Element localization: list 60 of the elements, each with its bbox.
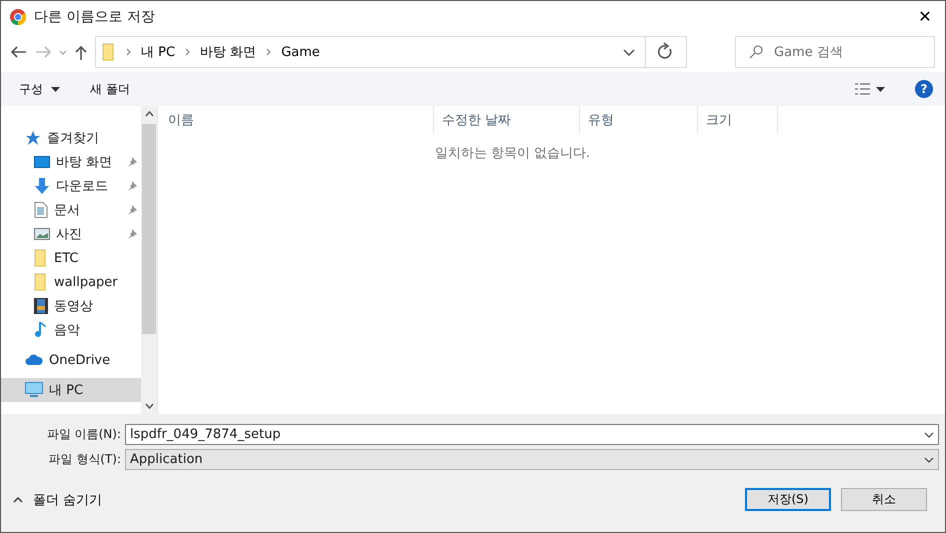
folder-icon xyxy=(34,249,48,267)
document-icon xyxy=(34,202,48,218)
sidebar-item[interactable]: 즐겨찾기 xyxy=(1,126,141,150)
field-label: 파일 이름(N): xyxy=(46,426,121,443)
new-folder-button[interactable]: 새 폴더 xyxy=(90,80,130,98)
music-note-icon xyxy=(34,321,48,339)
computer-icon xyxy=(25,382,43,398)
chevron-down-icon[interactable] xyxy=(924,432,934,438)
scroll-thumb[interactable] xyxy=(142,124,156,334)
chevron-up-icon xyxy=(13,496,23,502)
browser-logo-icon xyxy=(10,8,26,24)
file-name-field[interactable]: lspdfr_049_7874_setup xyxy=(125,424,939,445)
chevron-right-icon xyxy=(126,48,131,56)
breadcrumb-item[interactable]: Game xyxy=(281,44,320,60)
monitor-icon xyxy=(34,155,50,169)
sidebar-item[interactable]: OneDrive xyxy=(1,348,141,372)
address-bar[interactable]: 내 PC 바탕 화면 Game xyxy=(95,36,687,68)
back-arrow-icon[interactable] xyxy=(11,46,27,58)
caret-down-icon xyxy=(51,86,60,92)
search-field[interactable]: Game 검색 xyxy=(735,36,935,68)
window-title: 다른 이름으로 저장 xyxy=(34,8,156,26)
organize-menu[interactable]: 구성 xyxy=(19,80,60,98)
field-label: 파일 형식(T): xyxy=(47,451,121,468)
scrollbar[interactable] xyxy=(141,106,158,414)
sidebar-item[interactable]: 바탕 화면 xyxy=(1,150,141,174)
column-header[interactable]: 이름 xyxy=(160,106,434,134)
column-header[interactable]: 수정한 날짜 xyxy=(434,106,580,134)
close-button[interactable]: ✕ xyxy=(905,2,945,32)
down-arrow-icon xyxy=(34,178,50,194)
view-options-icon[interactable] xyxy=(855,83,885,95)
chevron-right-icon xyxy=(266,48,272,56)
hide-folders-button[interactable]: 폴더 숨기기 xyxy=(13,490,102,508)
help-button[interactable]: ? xyxy=(915,80,933,98)
breadcrumb-item[interactable]: 내 PC xyxy=(141,43,176,61)
sidebar-item[interactable]: 문서 xyxy=(1,198,141,222)
sidebar-item[interactable]: 다운로드 xyxy=(1,174,141,198)
cloud-icon xyxy=(25,354,43,366)
folder-icon xyxy=(102,43,116,61)
chevron-right-icon xyxy=(185,48,190,56)
folder-icon xyxy=(34,273,48,291)
sidebar-item[interactable]: 음악 xyxy=(1,318,141,342)
search-icon xyxy=(749,45,763,59)
sidebar-item[interactable]: 내 PC xyxy=(1,378,141,402)
cancel-button[interactable]: 취소 xyxy=(841,488,927,511)
empty-message: 일치하는 항목이 없습니다. xyxy=(434,145,590,162)
chevron-down-icon[interactable] xyxy=(623,48,635,56)
picture-icon xyxy=(34,227,50,241)
file-type-dropdown[interactable]: Application xyxy=(125,449,939,470)
film-icon xyxy=(34,298,48,314)
breadcrumb-item[interactable]: 바탕 화면 xyxy=(200,43,256,61)
up-arrow-icon[interactable] xyxy=(75,44,87,60)
sidebar-item[interactable]: 사진 xyxy=(1,222,141,246)
save-button[interactable]: 저장(S) xyxy=(745,488,831,511)
sidebar-item[interactable]: ETC xyxy=(1,246,141,270)
column-header[interactable]: 유형 xyxy=(580,106,698,134)
star-icon xyxy=(25,130,41,146)
chevron-down-icon[interactable] xyxy=(924,456,934,462)
sidebar-item[interactable]: wallpaper xyxy=(1,270,141,294)
column-header[interactable]: 크기 xyxy=(698,106,778,134)
sidebar-item[interactable]: 동영상 xyxy=(1,294,141,318)
